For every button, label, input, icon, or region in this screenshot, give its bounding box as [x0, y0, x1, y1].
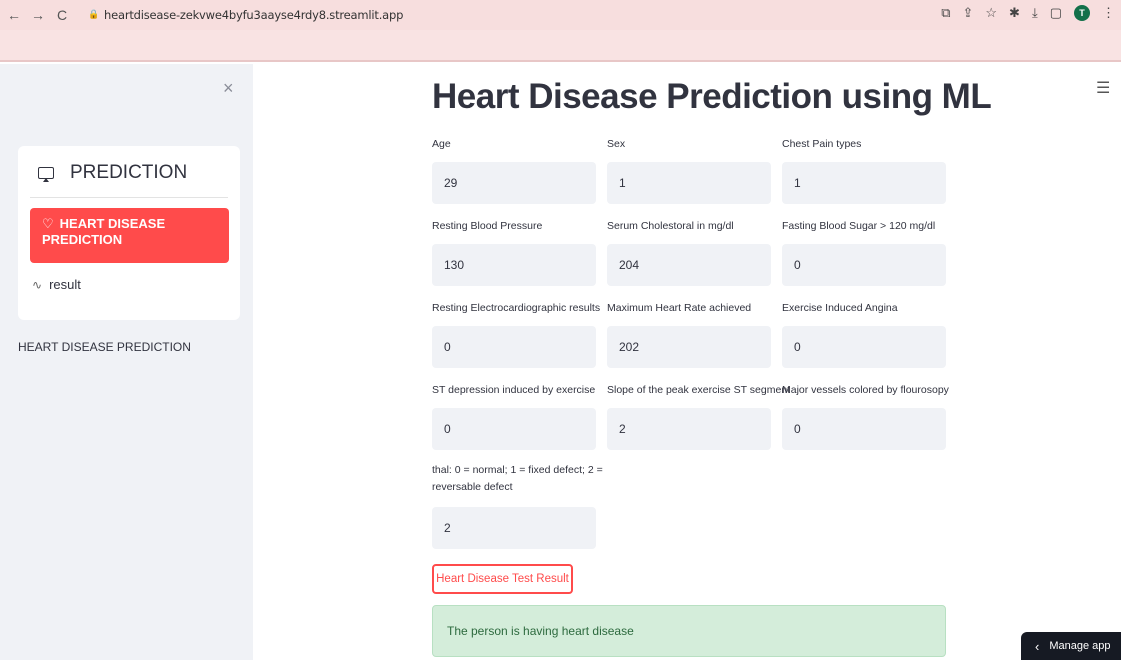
result-alert: The person is having heart disease: [432, 605, 946, 657]
download-icon[interactable]: ⤓: [1032, 5, 1038, 21]
resting-bp-input[interactable]: 130: [432, 244, 596, 286]
st-slope-input[interactable]: 2: [607, 408, 771, 450]
star-icon[interactable]: ☆: [985, 5, 997, 21]
option-menu: PREDICTION ♡ HEART DISEASE PREDICTION ∿ r…: [18, 146, 240, 320]
back-icon[interactable]: ←: [4, 7, 24, 23]
field-label: Age: [432, 138, 451, 150]
window-icon[interactable]: ▢: [1050, 5, 1062, 21]
fasting-sugar-field: Fasting Blood Sugar > 120 mg/dl 0: [782, 219, 946, 286]
browser-actions: ⧉ ⇪ ☆ ✱ ⤓ ▢ T ⋮: [941, 5, 1115, 21]
share-icon[interactable]: ⇪: [962, 5, 973, 21]
chest-pain-input[interactable]: 1: [782, 162, 946, 204]
page-header-strip: [0, 30, 1121, 62]
extensions-icon[interactable]: ✱: [1009, 5, 1020, 21]
angina-input[interactable]: 0: [782, 326, 946, 368]
angina-field: Exercise Induced Angina 0: [782, 301, 946, 368]
hamburger-menu-icon[interactable]: ☰: [1096, 78, 1110, 98]
sidebar-caption: HEART DISEASE PREDICTION: [18, 340, 191, 354]
field-label: Resting Electrocardiographic results: [432, 302, 601, 314]
st-depression-field: ST depression induced by exercise 0: [432, 383, 596, 450]
major-vessels-input[interactable]: 0: [782, 408, 946, 450]
url-text: heartdisease-zekvwe4byfu3aayse4rdy8.stre…: [104, 8, 404, 22]
pulse-icon: ∿: [32, 277, 43, 292]
thal-field: thal: 0 = normal; 1 = fixed defect; 2 = …: [432, 463, 603, 549]
field-label: ST depression induced by exercise: [432, 384, 596, 396]
cast-icon: [38, 167, 54, 182]
age-input[interactable]: 29: [432, 162, 596, 204]
field-label: thal: 0 = normal; 1 = fixed defect; 2 =: [432, 464, 603, 476]
menu-title-label: PREDICTION: [70, 162, 188, 183]
forward-icon[interactable]: →: [28, 7, 48, 23]
manage-app-label: Manage app: [1049, 640, 1111, 652]
ecg-field: Resting Electrocardiographic results 0: [432, 301, 601, 368]
menu-item-label: HEART DISEASE PREDICTION: [42, 216, 166, 247]
thal-input[interactable]: 2: [432, 507, 596, 549]
field-label: Major vessels colored by flourosopy: [782, 384, 949, 396]
test-result-button[interactable]: Heart Disease Test Result: [432, 564, 573, 594]
close-icon[interactable]: ×: [223, 78, 234, 99]
page-title: Heart Disease Prediction using ML: [432, 77, 992, 116]
field-label: Serum Cholestoral in mg/dl: [607, 220, 734, 232]
age-field: Age 29: [432, 137, 596, 204]
chevron-left-icon: ‹: [1035, 638, 1040, 654]
field-label: Sex: [607, 138, 626, 150]
profile-avatar[interactable]: T: [1074, 5, 1090, 21]
chest-pain-field: Chest Pain types 1: [782, 137, 946, 204]
menu-item-heart-disease-prediction[interactable]: ♡ HEART DISEASE PREDICTION: [30, 208, 229, 263]
menu-title: PREDICTION: [38, 162, 187, 184]
ecg-input[interactable]: 0: [432, 326, 596, 368]
field-label: Slope of the peak exercise ST segment: [607, 384, 791, 396]
resting-bp-field: Resting Blood Pressure 130: [432, 219, 596, 286]
cholesterol-field: Serum Cholestoral in mg/dl 204: [607, 219, 771, 286]
field-label: Resting Blood Pressure: [432, 220, 543, 232]
st-depression-input[interactable]: 0: [432, 408, 596, 450]
field-label: Fasting Blood Sugar > 120 mg/dl: [782, 220, 936, 232]
address-bar[interactable]: 🔒 heartdisease-zekvwe4byfu3aayse4rdy8.st…: [88, 5, 403, 25]
fasting-sugar-input[interactable]: 0: [782, 244, 946, 286]
menu-item-label: result: [49, 277, 81, 292]
heart-icon: ♡: [42, 216, 54, 231]
cholesterol-input[interactable]: 204: [607, 244, 771, 286]
st-slope-field: Slope of the peak exercise ST segment 2: [607, 383, 791, 450]
sidebar: × PREDICTION ♡ HEART DISEASE PREDICTION ∿…: [0, 64, 253, 660]
more-menu-icon[interactable]: ⋮: [1102, 5, 1115, 21]
lock-icon: 🔒: [88, 10, 100, 20]
browser-toolbar: ← → C 🔒 heartdisease-zekvwe4byfu3aayse4r…: [0, 0, 1121, 30]
field-label: Maximum Heart Rate achieved: [607, 302, 752, 314]
field-label: Chest Pain types: [782, 138, 862, 150]
major-vessels-field: Major vessels colored by flourosopy 0: [782, 383, 949, 450]
sex-field: Sex 1: [607, 137, 771, 204]
max-heart-rate-field: Maximum Heart Rate achieved 202: [607, 301, 771, 368]
field-label: reversable defect: [432, 481, 513, 493]
menu-divider: [30, 197, 228, 198]
field-label: Exercise Induced Angina: [782, 302, 898, 314]
sex-input[interactable]: 1: [607, 162, 771, 204]
menu-item-result[interactable]: ∿ result: [32, 277, 81, 292]
max-heart-rate-input[interactable]: 202: [607, 326, 771, 368]
manage-app-button[interactable]: ‹ Manage app: [1021, 632, 1121, 660]
install-icon[interactable]: ⧉: [941, 5, 950, 21]
reload-icon[interactable]: C: [52, 7, 72, 23]
